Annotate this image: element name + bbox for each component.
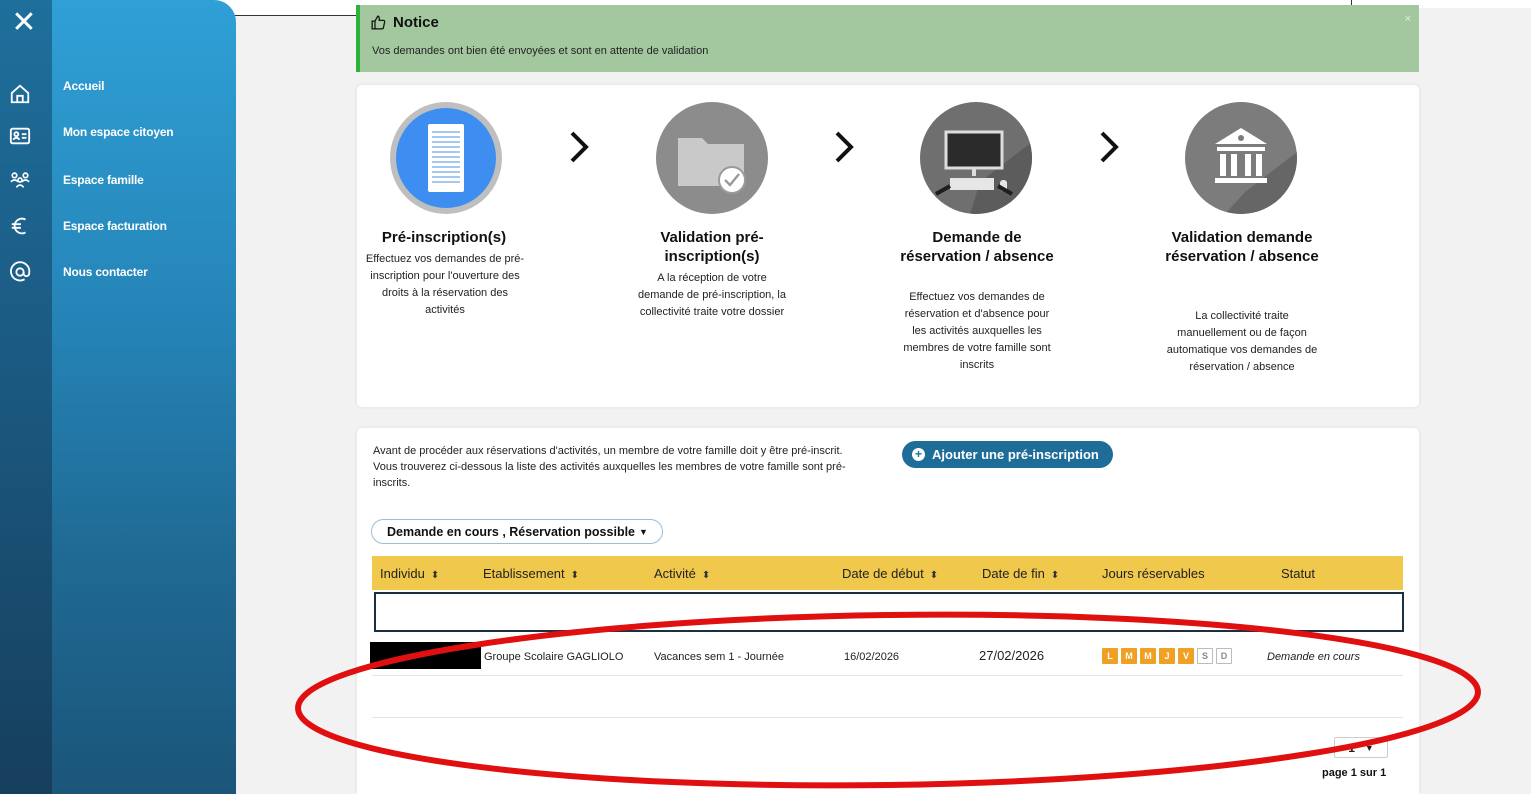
family-icon[interactable] bbox=[8, 168, 32, 192]
sort-icon[interactable]: ⬍ bbox=[431, 570, 439, 581]
header-activite[interactable]: Activité ⬍ bbox=[654, 566, 710, 581]
intro-text: Avant de procéder aux réservations d'act… bbox=[373, 443, 873, 491]
sort-icon[interactable]: ⬍ bbox=[930, 570, 938, 581]
page-info: page 1 sur 1 bbox=[1322, 767, 1387, 779]
day-badge: D bbox=[1216, 648, 1232, 664]
notice-banner: Notice Vos demandes ont bien été envoyée… bbox=[356, 5, 1419, 72]
intro-line-1: Avant de procéder aux réservations d'act… bbox=[373, 445, 843, 457]
status-filter-value: Demande en cours , Réservation possible bbox=[387, 524, 635, 539]
sort-icon[interactable]: ⬍ bbox=[571, 570, 579, 581]
day-badge: S bbox=[1197, 648, 1213, 664]
chevron-right-icon bbox=[1100, 131, 1119, 163]
computer-icon bbox=[920, 102, 1032, 214]
notice-title-text: Notice bbox=[393, 14, 439, 31]
close-icon[interactable]: ✕ bbox=[9, 8, 39, 38]
building-icon bbox=[1185, 102, 1297, 214]
sidebar-item-nous-contacter[interactable]: Nous contacter bbox=[63, 265, 148, 279]
home-icon[interactable] bbox=[8, 82, 32, 106]
header-individu[interactable]: Individu ⬍ bbox=[380, 566, 439, 581]
caret-down-icon: ▼ bbox=[639, 526, 648, 537]
thumbs-up-icon bbox=[371, 15, 386, 30]
icon-rail: ✕ bbox=[0, 0, 52, 794]
header-date-fin[interactable]: Date de fin ⬍ bbox=[982, 566, 1059, 581]
cell-statut: Demande en cours bbox=[1267, 651, 1360, 663]
cell-etablissement: Groupe Scolaire GAGLIOLO bbox=[484, 651, 624, 663]
sidebar-item-espace-facturation[interactable]: Espace facturation bbox=[63, 219, 167, 233]
chevron-right-icon bbox=[835, 131, 854, 163]
table-header: Individu ⬍ Etablissement ⬍ Activité ⬍ Date … bbox=[372, 556, 1403, 590]
header-statut: Statut bbox=[1281, 566, 1315, 581]
add-preinscription-button[interactable]: + Ajouter une pré-inscription bbox=[902, 441, 1113, 468]
preinscription-list-card: Avant de procéder aux réservations d'act… bbox=[357, 428, 1419, 794]
euro-icon[interactable] bbox=[8, 214, 32, 238]
day-badge[interactable]: J bbox=[1159, 648, 1175, 664]
step-1-desc: Effectuez vos demandes de pré-inscriptio… bbox=[365, 253, 525, 316]
page: ✕ Accueil Mon espace citoyen Espace fami… bbox=[0, 0, 1531, 794]
chevron-right-icon bbox=[570, 131, 589, 163]
cell-date-fin: 27/02/2026 bbox=[979, 648, 1045, 663]
sidebar-item-espace-famille[interactable]: Espace famille bbox=[63, 173, 144, 187]
step-2-title: Validation pré-inscription(s) bbox=[660, 229, 764, 265]
notice-title: Notice bbox=[370, 14, 439, 31]
divider bbox=[372, 717, 1403, 718]
steps-card: Pré-inscription(s) Effectuez vos demande… bbox=[357, 85, 1419, 407]
sidebar: Accueil Mon espace citoyen Espace famill… bbox=[52, 0, 236, 794]
day-badge[interactable]: M bbox=[1121, 648, 1137, 664]
cell-activite: Vacances sem 1 - Journée bbox=[654, 651, 785, 663]
step-3-desc: Effectuez vos demandes de réservation et… bbox=[903, 291, 1051, 371]
page-select-value: 1 bbox=[1348, 740, 1355, 755]
day-badge[interactable]: V bbox=[1178, 648, 1194, 664]
document-icon bbox=[390, 102, 502, 214]
step-3-title: Demande de réservation / absence bbox=[900, 229, 1054, 265]
chevron-down-icon: ▼ bbox=[1364, 742, 1374, 753]
sort-icon[interactable]: ⬍ bbox=[1051, 570, 1059, 581]
sidebar-item-accueil[interactable]: Accueil bbox=[63, 79, 104, 93]
plus-icon: + bbox=[912, 448, 925, 461]
cell-date-debut: 16/02/2026 bbox=[844, 651, 900, 663]
status-filter-dropdown[interactable]: Demande en cours , Réservation possible … bbox=[371, 519, 663, 544]
header-jours-reservables: Jours réservables bbox=[1102, 566, 1205, 581]
redacted-individu bbox=[370, 642, 481, 669]
header-date-debut[interactable]: Date de début ⬍ bbox=[842, 566, 938, 581]
notice-close-button[interactable]: × bbox=[1405, 13, 1411, 25]
sidebar-item-espace-citoyen[interactable]: Mon espace citoyen bbox=[63, 125, 174, 139]
step-1-title: Pré-inscription(s) bbox=[381, 229, 507, 246]
header-etablissement[interactable]: Etablissement ⬍ bbox=[483, 566, 579, 581]
at-icon[interactable] bbox=[8, 260, 32, 284]
page-select[interactable]: 1 ▼ bbox=[1334, 737, 1388, 758]
add-preinscription-label: Ajouter une pré-inscription bbox=[932, 447, 1099, 462]
folder-check-icon bbox=[656, 102, 768, 214]
id-card-icon[interactable] bbox=[8, 124, 32, 148]
step-2-desc: A la réception de votre demande de pré-i… bbox=[638, 272, 786, 318]
sort-icon[interactable]: ⬍ bbox=[702, 570, 710, 581]
step-4-desc: La collectivité traite manuellement ou d… bbox=[1166, 310, 1318, 373]
step-4-title: Validation demande réservation / absence bbox=[1165, 229, 1319, 265]
cell-jours-reservables: L M M J V S D bbox=[1102, 648, 1232, 664]
notice-text: Vos demandes ont bien été envoyées et so… bbox=[372, 45, 709, 57]
intro-line-2: Vous trouverez ci-dessous la liste des a… bbox=[373, 461, 846, 489]
day-badge[interactable]: M bbox=[1140, 648, 1156, 664]
table-filter-row[interactable] bbox=[374, 592, 1404, 632]
day-badge[interactable]: L bbox=[1102, 648, 1118, 664]
